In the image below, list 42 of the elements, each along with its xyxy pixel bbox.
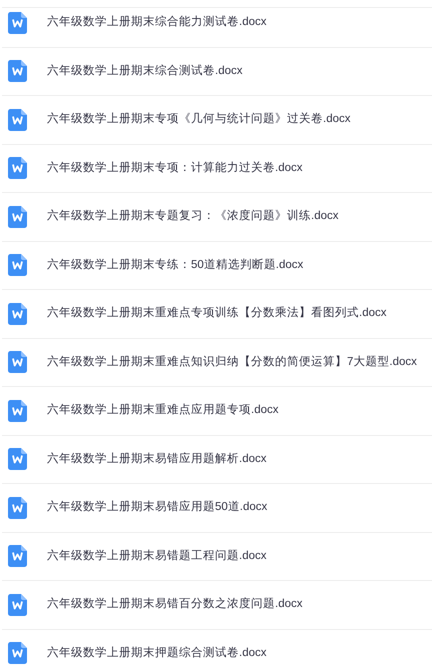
file-name: 六年级数学上册期末易错题工程问题.docx xyxy=(47,548,266,564)
file-row[interactable]: 六年级数学上册期末重难点应用题专项.docx xyxy=(2,387,432,436)
file-row[interactable]: 六年级数学上册期末专题复习：《浓度问题》训练.docx xyxy=(2,193,432,242)
file-name: 六年级数学上册期末重难点专项训练【分数乘法】看图列式.docx xyxy=(47,306,386,322)
file-name: 六年级数学上册期末专项《几何与统计问题》过关卷.docx xyxy=(47,112,350,128)
document-icon xyxy=(8,594,27,616)
document-icon xyxy=(8,12,27,34)
file-row[interactable]: 六年级数学上册期末押题综合测试卷.docx xyxy=(2,630,432,672)
file-row[interactable]: 六年级数学上册期末重难点知识归纳【分数的简便运算】7大题型.docx xyxy=(2,338,432,387)
document-icon xyxy=(8,60,27,82)
file-row[interactable]: 六年级数学上册期末易错题工程问题.docx xyxy=(2,532,432,581)
document-icon xyxy=(8,496,27,519)
file-name: 六年级数学上册期末专练：50道精选判断题.docx xyxy=(47,258,304,273)
file-row[interactable]: 六年级数学上册期末易错应用题50道.docx xyxy=(2,484,432,532)
document-icon xyxy=(8,108,27,131)
file-name: 六年级数学上册期末重难点应用题专项.docx xyxy=(47,402,278,418)
file-name: 六年级数学上册期末押题综合测试卷.docx xyxy=(47,646,266,661)
document-icon xyxy=(8,351,27,374)
file-name: 六年级数学上册期末专项：计算能力过关卷.docx xyxy=(47,160,302,176)
file-row[interactable]: 六年级数学上册期末专项《几何与统计问题》过关卷.docx xyxy=(2,96,432,144)
file-row[interactable]: 六年级数学上册期末综合测试卷.docx xyxy=(2,48,432,96)
document-icon xyxy=(8,157,27,180)
document-icon xyxy=(8,206,27,228)
document-icon xyxy=(8,302,27,325)
file-name: 六年级数学上册期末易错百分数之浓度问题.docx xyxy=(47,596,302,612)
file-row[interactable]: 六年级数学上册期末易错百分数之浓度问题.docx xyxy=(2,581,432,630)
file-name: 六年级数学上册期末重难点知识归纳【分数的简便运算】7大题型.docx xyxy=(47,354,417,370)
file-row[interactable]: 六年级数学上册期末综合能力测试卷.docx xyxy=(2,0,432,48)
document-icon xyxy=(8,448,27,470)
file-row[interactable]: 六年级数学上册期末易错应用题解析.docx xyxy=(2,436,432,484)
document-icon xyxy=(8,642,27,664)
file-row[interactable]: 六年级数学上册期末重难点专项训练【分数乘法】看图列式.docx xyxy=(2,290,432,338)
file-name: 六年级数学上册期末专题复习：《浓度问题》训练.docx xyxy=(47,208,338,224)
document-icon xyxy=(8,254,27,276)
document-icon xyxy=(8,400,27,422)
file-name: 六年级数学上册期末综合测试卷.docx xyxy=(47,64,242,79)
document-icon xyxy=(8,545,27,568)
file-row[interactable]: 六年级数学上册期末专项：计算能力过关卷.docx xyxy=(2,144,432,193)
file-name: 六年级数学上册期末易错应用题解析.docx xyxy=(47,452,266,467)
file-row[interactable]: 六年级数学上册期末专练：50道精选判断题.docx xyxy=(2,242,432,290)
file-name: 六年级数学上册期末易错应用题50道.docx xyxy=(47,500,268,516)
file-name: 六年级数学上册期末综合能力测试卷.docx xyxy=(47,14,266,30)
